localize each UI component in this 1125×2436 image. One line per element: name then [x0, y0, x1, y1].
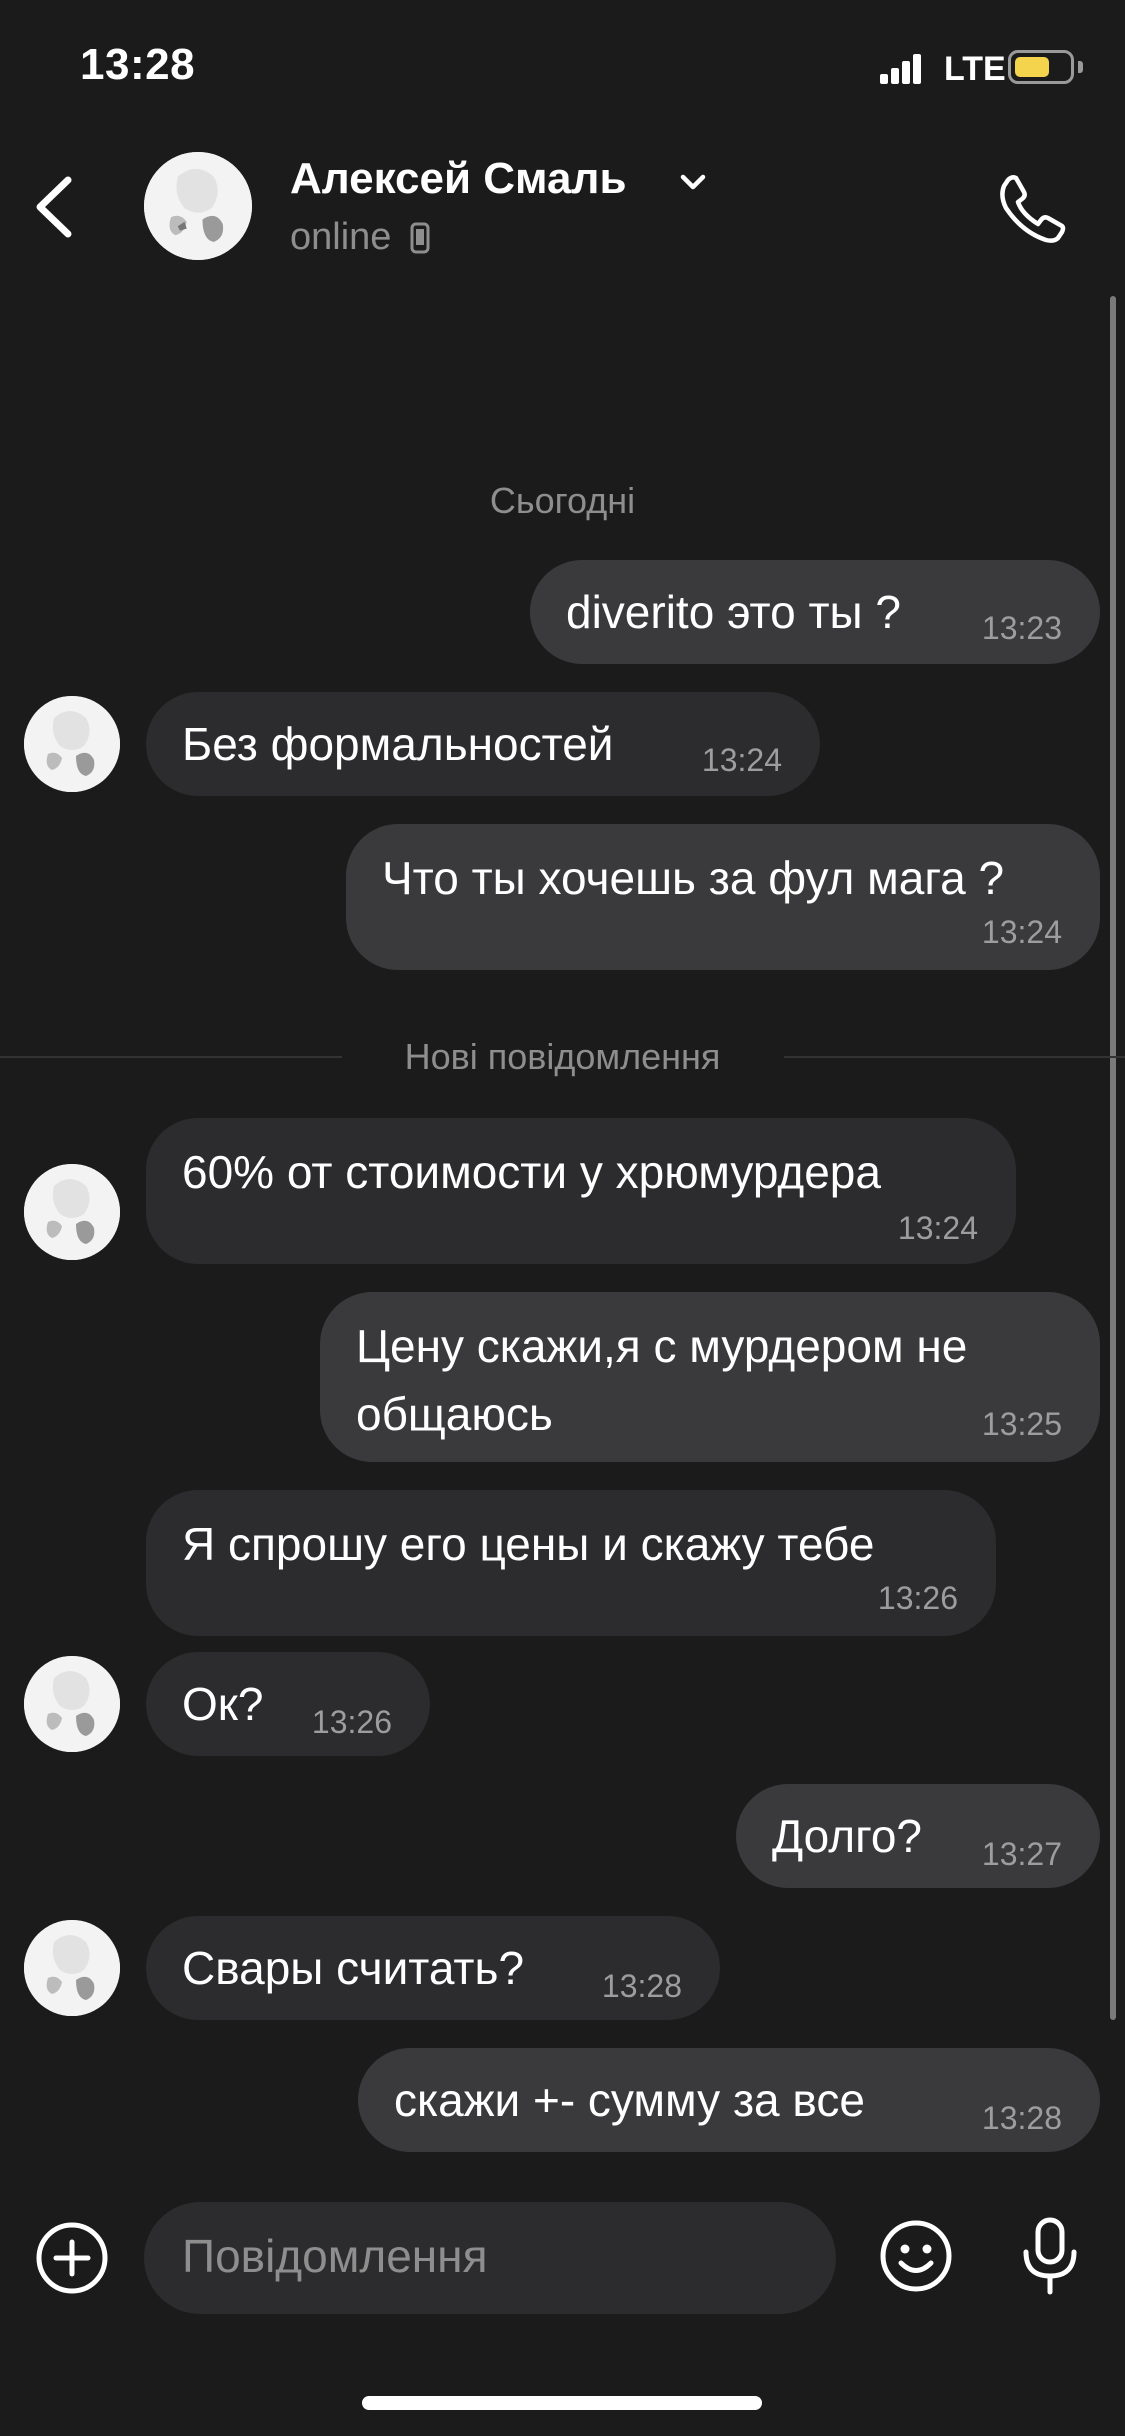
message-time: 13:24 — [897, 1210, 978, 1246]
status-time: 13:28 — [80, 40, 196, 89]
message-text: Что ты хочешь за фул мага ? — [382, 852, 1005, 904]
back-button[interactable] — [30, 172, 80, 242]
sender-avatar[interactable] — [24, 1920, 120, 2016]
microphone-button[interactable] — [1010, 2214, 1090, 2298]
message-outgoing[interactable]: Долго? 13:27 — [736, 1784, 1100, 1888]
contact-avatar[interactable] — [144, 152, 252, 260]
message-outgoing[interactable]: Цену скажи,я с мурдером не общаюсь 13:25 — [320, 1292, 1100, 1462]
back-icon — [36, 176, 72, 238]
battery-tip — [1078, 61, 1083, 73]
battery-icon — [1008, 50, 1074, 84]
message-text: Я спрошу его цены и скажу тебе — [182, 1518, 875, 1570]
phone-icon — [1000, 175, 1066, 243]
avatar-image — [24, 1920, 120, 2016]
avatar-image — [24, 1164, 120, 1260]
emoji-icon — [880, 2220, 952, 2292]
add-attachment-icon — [36, 2222, 108, 2294]
microphone-icon — [1023, 2217, 1077, 2295]
message-text: diverito это ты ? — [566, 586, 901, 638]
message-outgoing[interactable]: Что ты хочешь за фул мага ? 13:24 — [346, 824, 1100, 970]
message-time: 13:28 — [981, 2100, 1062, 2136]
message-text: скажи +- сумму за все — [394, 2074, 865, 2126]
presence-status: online — [290, 216, 392, 258]
add-attachment-button[interactable] — [32, 2218, 112, 2298]
contact-name[interactable]: Алексей Смаль — [290, 154, 627, 204]
date-label: Сьогодні — [489, 480, 636, 521]
message-text: Без формальностей — [182, 718, 614, 770]
message-time: 13:24 — [981, 914, 1062, 950]
message-input[interactable] — [180, 2228, 804, 2284]
message-incoming[interactable]: Я спрошу его цены и скажу тебе 13:26 — [146, 1490, 996, 1636]
message-outgoing[interactable]: diverito это ты ? 13:23 — [530, 560, 1100, 664]
scroll-indicator[interactable] — [1110, 296, 1116, 2020]
network-type: LTE — [944, 50, 1006, 88]
message-text: 60% от стоимости у хрюмурдера — [182, 1146, 881, 1198]
new-messages-label: Нові повідомлення — [404, 1036, 721, 1077]
avatar-image — [24, 696, 120, 792]
message-time: 13:27 — [981, 1836, 1062, 1872]
signal-icon — [880, 52, 922, 84]
message-text: Свары считать? — [182, 1942, 525, 1994]
sender-avatar[interactable] — [24, 696, 120, 792]
message-incoming[interactable]: 60% от стоимости у хрюмурдера 13:24 — [146, 1118, 1016, 1264]
avatar-image — [144, 152, 252, 260]
message-incoming[interactable]: Свары считать? 13:28 — [146, 1916, 720, 2020]
message-text: Долго? — [772, 1810, 923, 1862]
message-composer[interactable] — [144, 2202, 836, 2314]
sender-avatar[interactable] — [24, 1164, 120, 1260]
message-text: Ок? — [182, 1678, 264, 1730]
message-time: 13:24 — [701, 742, 782, 778]
avatar-image — [24, 1656, 120, 1752]
message-time: 13:28 — [601, 1968, 682, 2004]
message-time: 13:25 — [981, 1406, 1062, 1442]
chevron-down-icon[interactable] — [678, 170, 708, 194]
sender-avatar[interactable] — [24, 1656, 120, 1752]
message-text: Цену скажи,я с мурдером не общаюсь — [356, 1320, 968, 1440]
emoji-button[interactable] — [876, 2216, 956, 2296]
message-incoming[interactable]: Без формальностей 13:24 — [146, 692, 820, 796]
message-incoming[interactable]: Ок? 13:26 — [146, 1652, 430, 1756]
home-indicator[interactable] — [362, 2396, 762, 2410]
call-button[interactable] — [992, 168, 1072, 248]
message-time: 13:23 — [981, 610, 1062, 646]
mobile-device-icon — [410, 222, 430, 254]
message-time: 13:26 — [311, 1704, 392, 1740]
message-outgoing[interactable]: скажи +- сумму за все 13:28 — [358, 2048, 1100, 2152]
battery-fill — [1015, 57, 1049, 77]
message-time: 13:26 — [877, 1580, 958, 1616]
